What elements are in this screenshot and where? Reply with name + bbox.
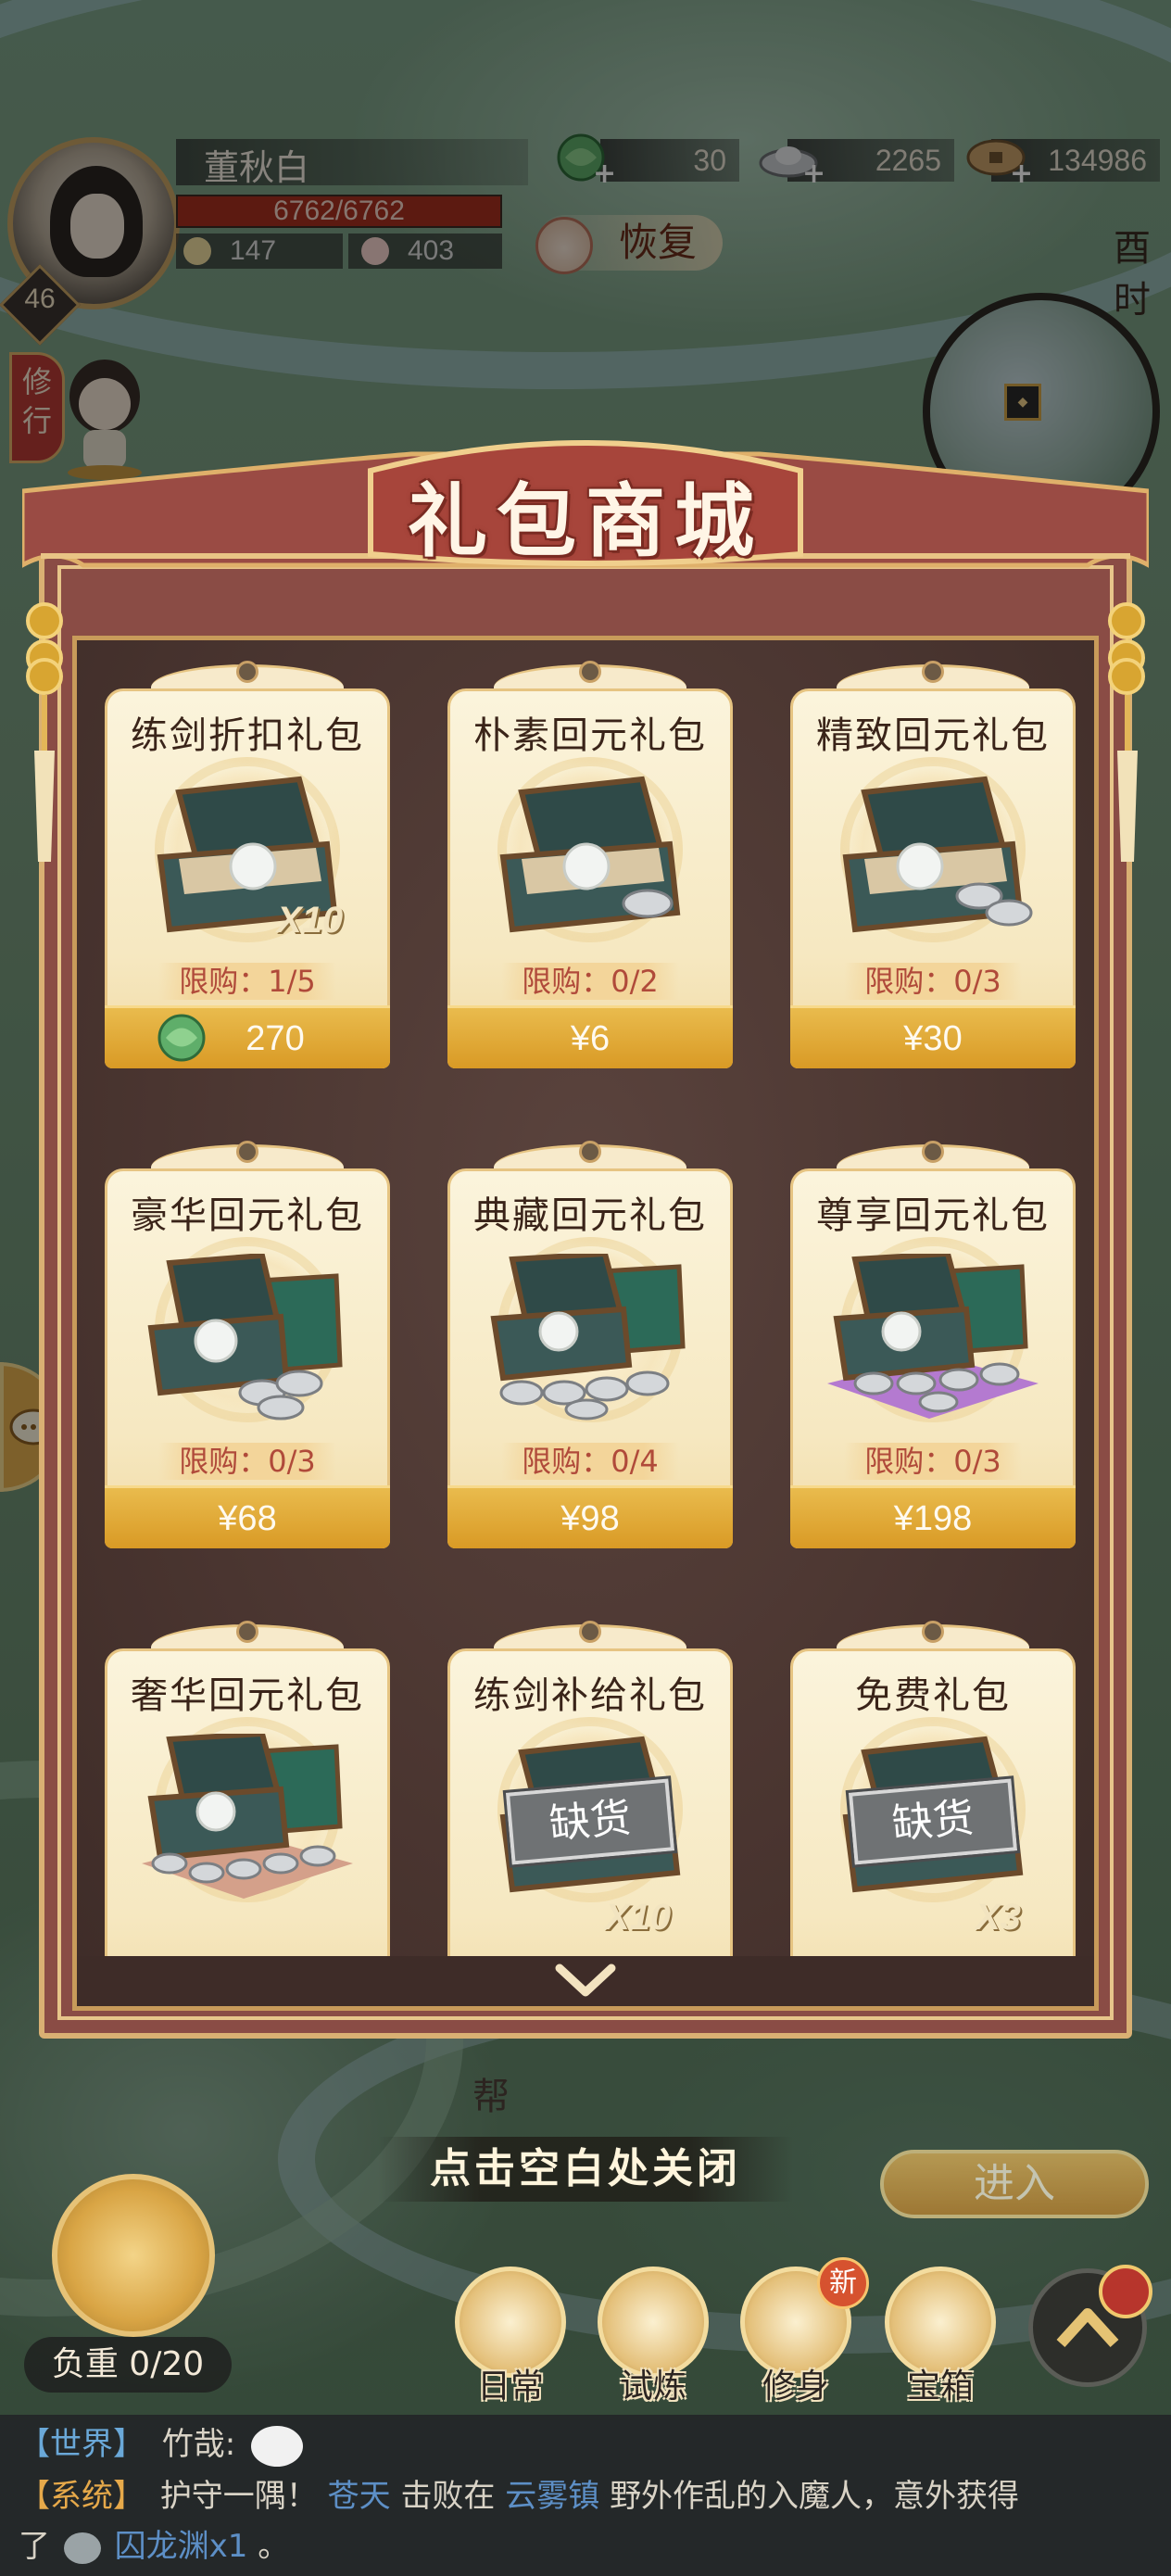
- pack-name: 典藏回元礼包: [473, 1194, 707, 1237]
- quantity-multiplier: X3: [976, 1897, 1021, 1938]
- card-knob-icon: [236, 661, 258, 683]
- gift-pack-card[interactable]: 尊享回元礼包 限购：0/3 ¥198: [790, 1141, 1076, 1548]
- coin-ornament-icon: [1108, 658, 1145, 695]
- chat-channel: 【系统】: [19, 2478, 145, 2515]
- card-knob-icon: [922, 1141, 944, 1163]
- nav-label: 日常: [476, 2368, 544, 2406]
- pack-name: 奢华回元礼包: [131, 1674, 364, 1717]
- card-knob-icon: [579, 1621, 601, 1643]
- purchase-limit: 限购：0/3: [844, 1443, 1022, 1480]
- gift-pack-card[interactable]: 典藏回元礼包 限购：0/4 ¥98: [447, 1141, 733, 1548]
- nav-trial[interactable]: 试炼: [593, 2267, 713, 2415]
- tassel-right: [1117, 695, 1138, 862]
- treasure-chest-icon: [842, 776, 1033, 933]
- price-button[interactable]: ¥198: [790, 1485, 1076, 1548]
- enter-button[interactable]: 进入: [880, 2150, 1149, 2218]
- gift-pack-card[interactable]: 练剑补给礼包 缺货 X10: [447, 1621, 733, 2006]
- pack-name: 尊享回元礼包: [816, 1194, 1050, 1237]
- gift-pack-card[interactable]: 免费礼包 缺货 X3: [790, 1621, 1076, 2006]
- pack-name: 练剑补给礼包: [473, 1674, 707, 1717]
- gift-pack-card[interactable]: 练剑折扣礼包 X10 限购：1/5 270: [105, 661, 390, 1068]
- close-hint[interactable]: 点击空白处关闭: [378, 2137, 793, 2202]
- pack-name: 朴素回元礼包: [473, 714, 707, 757]
- chat-text: 。: [258, 2528, 290, 2565]
- card-knob-icon: [922, 661, 944, 683]
- nav-daily[interactable]: 日常: [450, 2267, 571, 2415]
- card-knob-icon: [236, 1621, 258, 1643]
- chat-line-system-cont: 了 囚龙渊x1 。: [19, 2520, 289, 2572]
- price-button[interactable]: ¥6: [447, 1005, 733, 1068]
- card-knob-icon: [236, 1141, 258, 1163]
- carry-weight: 负重 0/20: [24, 2337, 232, 2393]
- scroll-down-chevron-icon[interactable]: [554, 1963, 617, 2000]
- coin-ornament-icon: [1108, 602, 1145, 639]
- gift-pack-card[interactable]: 精致回元礼包 限购：0/3 ¥30: [790, 661, 1076, 1068]
- card-knob-icon: [579, 661, 601, 683]
- chat-line-world: 【世界】 竹哉:: [19, 2418, 304, 2470]
- treasure-chest-icon: [499, 776, 681, 933]
- purchase-limit: 限购：0/3: [844, 963, 1022, 1000]
- treasure-chest-icon: [142, 1734, 353, 1899]
- chat-item-link[interactable]: 囚龙渊x1: [115, 2528, 248, 2565]
- card-knob-icon: [579, 1141, 601, 1163]
- gift-pack-card[interactable]: 豪华回元礼包 限购：0/3 ¥68: [105, 1141, 390, 1548]
- quantity-multiplier: X10: [605, 1897, 672, 1938]
- quantity-multiplier: X10: [277, 900, 344, 941]
- jade-dragon-icon: [157, 1014, 206, 1062]
- gift-pack-grid[interactable]: 练剑折扣礼包 X10 限购：1/5 270 朴素回元礼包 限购：0/2 ¥6 精…: [72, 636, 1099, 2011]
- purchase-limit: 限购：0/4: [501, 1443, 679, 1480]
- treasure-chest-icon: [827, 1254, 1039, 1419]
- treasure-chest-icon: [490, 1254, 686, 1421]
- chat-text: 野外作乱的入魔人，意外获得: [610, 2478, 1020, 2515]
- chat-place-link[interactable]: 云雾镇: [505, 2478, 599, 2515]
- chat-panel[interactable]: 【世界】 竹哉: 【系统】 护守一隅！ 苍天 击败在 云雾镇 野外作乱的入魔人，…: [0, 2415, 1171, 2576]
- gift-pack-card[interactable]: 朴素回元礼包 限购：0/2 ¥6: [447, 661, 733, 1068]
- nav-label: 宝箱: [906, 2368, 974, 2406]
- card-knob-icon: [922, 1621, 944, 1643]
- pack-name: 练剑折扣礼包: [131, 714, 364, 757]
- sold-out-stamp: 缺货: [845, 1774, 1021, 1869]
- nav-label: 修身: [762, 2368, 829, 2406]
- price-button[interactable]: 270: [105, 1005, 390, 1068]
- tassel-left: [34, 695, 55, 862]
- chat-line-system: 【系统】 护守一隅！ 苍天 击败在 云雾镇 野外作乱的入魔人，意外获得: [19, 2470, 1019, 2522]
- pack-name: 精致回元礼包: [816, 714, 1050, 757]
- chat-speaker: 竹哉:: [161, 2426, 236, 2463]
- emoji-face-icon: [251, 2425, 304, 2467]
- price-button[interactable]: ¥68: [105, 1485, 390, 1548]
- sold-out-stamp: 缺货: [502, 1774, 678, 1869]
- stall-icon[interactable]: [52, 2174, 215, 2337]
- nav-treasure[interactable]: 宝箱: [880, 2267, 1001, 2415]
- chat-text: 击败在: [400, 2478, 496, 2515]
- purchase-limit: 限购：0/2: [501, 963, 679, 1000]
- chat-player-link[interactable]: 苍天: [328, 2478, 391, 2515]
- gift-pack-card[interactable]: 奢华回元礼包: [105, 1621, 390, 2006]
- gift-icon[interactable]: [1099, 2265, 1152, 2318]
- nav-label: 试炼: [619, 2368, 686, 2406]
- treasure-chest-icon: [147, 1254, 343, 1421]
- dragon-item-icon: [63, 2532, 101, 2564]
- chat-channel: 【世界】: [19, 2426, 145, 2463]
- pack-name: 豪华回元礼包: [131, 1194, 364, 1237]
- chat-text: 护守一隅！: [159, 2478, 318, 2515]
- gang-label: 帮: [472, 2076, 510, 2118]
- purchase-limit: 限购：1/5: [158, 963, 336, 1000]
- purchase-limit: 限购：0/3: [158, 1443, 336, 1480]
- pack-name: 免费礼包: [855, 1674, 1011, 1717]
- shop-title: 礼包商城: [408, 474, 763, 568]
- coin-ornament-icon: [26, 602, 63, 639]
- new-badge: 新: [817, 2257, 869, 2309]
- price-button[interactable]: ¥98: [447, 1485, 733, 1548]
- price-button[interactable]: ¥30: [790, 1005, 1076, 1068]
- chat-text: 了: [19, 2528, 50, 2565]
- coin-ornament-icon: [26, 658, 63, 695]
